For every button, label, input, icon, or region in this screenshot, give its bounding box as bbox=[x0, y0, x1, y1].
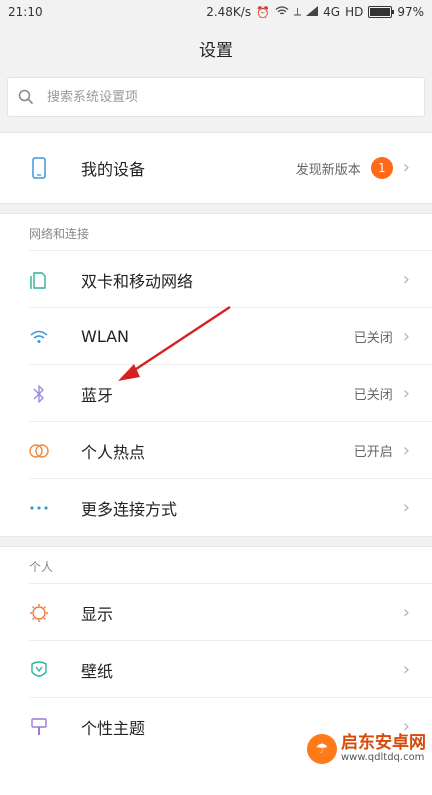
chevron-right-icon: › bbox=[402, 658, 410, 680]
settings-item-status: 已关闭 bbox=[353, 388, 393, 403]
brightness-icon bbox=[0, 584, 79, 641]
section-title-personal: 个人 bbox=[0, 547, 432, 583]
my-device-right: 发现新版本 1 › bbox=[296, 157, 410, 179]
settings-item-label: 蓝牙 bbox=[81, 385, 114, 405]
settings-item-right: › bbox=[393, 496, 410, 518]
settings-item-label: 双卡和移动网络 bbox=[81, 271, 194, 291]
alarm-icon: ⏰ bbox=[256, 5, 270, 19]
vibrate-icon: ⟂ bbox=[293, 5, 302, 18]
bluetooth-icon bbox=[0, 365, 79, 422]
spacer bbox=[0, 204, 432, 213]
settings-item-right: 已关闭 › bbox=[354, 384, 410, 403]
network-type: 4G bbox=[323, 5, 341, 19]
status-time: 21:10 bbox=[8, 5, 43, 19]
signal-icon bbox=[306, 5, 319, 19]
settings-item-wlan[interactable]: WLAN 已关闭 › bbox=[0, 308, 432, 365]
phone-icon bbox=[0, 133, 79, 203]
watermark-logo-icon: ☂ bbox=[307, 734, 337, 764]
settings-item-wallpaper[interactable]: 壁纸 › bbox=[0, 641, 432, 698]
device-card: 我的设备 发现新版本 1 › bbox=[0, 132, 432, 204]
settings-item-label: 显示 bbox=[81, 604, 114, 624]
wifi-status-icon bbox=[275, 5, 289, 19]
chevron-right-icon: › bbox=[402, 601, 410, 623]
theme-brush-icon bbox=[0, 698, 79, 755]
status-right: 2.48K/s ⏰ ⟂ 4G HD 97% bbox=[206, 5, 424, 19]
settings-item-right: › bbox=[402, 601, 410, 623]
settings-item-label: 更多连接方式 bbox=[81, 499, 178, 519]
battery-percent: 97% bbox=[397, 5, 424, 19]
search-bar[interactable] bbox=[7, 77, 425, 117]
settings-item-label: 壁纸 bbox=[81, 661, 114, 681]
chevron-right-icon: › bbox=[402, 268, 410, 290]
chevron-right-icon: › bbox=[402, 439, 410, 461]
wifi-icon bbox=[0, 308, 79, 365]
watermark-title: 启东安卓网 bbox=[341, 732, 426, 753]
hd-indicator: HD bbox=[345, 5, 364, 19]
settings-item-hotspot[interactable]: 个人热点 已开启 › bbox=[0, 422, 432, 479]
new-version-text: 发现新版本 bbox=[295, 162, 361, 178]
section-title-network: 网络和连接 bbox=[0, 214, 432, 250]
settings-item-label: WLAN bbox=[81, 327, 130, 346]
update-badge: 1 bbox=[370, 157, 393, 179]
battery-fill bbox=[370, 8, 390, 16]
my-device-row[interactable]: 我的设备 发现新版本 1 › bbox=[0, 133, 432, 203]
search-icon bbox=[18, 89, 38, 105]
settings-item-label: 个性主题 bbox=[81, 718, 146, 738]
network-speed: 2.48K/s bbox=[206, 5, 252, 19]
settings-item-label: 个人热点 bbox=[81, 442, 146, 462]
watermark-text: 启东安卓网 www.qdltdq.com bbox=[341, 732, 426, 763]
search-input[interactable] bbox=[45, 88, 424, 106]
page-title: 设置 bbox=[199, 40, 233, 61]
chevron-right-icon: › bbox=[402, 157, 410, 178]
battery-icon bbox=[368, 6, 395, 18]
my-device-label: 我的设备 bbox=[81, 160, 146, 179]
more-dots-icon bbox=[0, 479, 79, 536]
chevron-right-icon: › bbox=[402, 382, 410, 404]
hotspot-icon bbox=[0, 422, 79, 479]
settings-item-bluetooth[interactable]: 蓝牙 已关闭 › bbox=[0, 365, 432, 422]
watermark-url: www.qdltdq.com bbox=[341, 751, 425, 763]
chevron-right-icon: › bbox=[402, 325, 410, 347]
watermark: ☂ 启东安卓网 www.qdltdq.com bbox=[307, 734, 426, 764]
settings-item-right: 已关闭 › bbox=[354, 327, 410, 346]
wallpaper-icon bbox=[0, 641, 79, 698]
status-bar: 21:10 2.48K/s ⏰ ⟂ 4G HD 97% bbox=[0, 0, 432, 24]
settings-item-right: › bbox=[402, 658, 410, 680]
settings-item-dual-sim[interactable]: 双卡和移动网络 › bbox=[0, 251, 432, 308]
spacer bbox=[0, 537, 432, 546]
sim-card-icon bbox=[0, 251, 79, 308]
settings-item-right: 已开启 › bbox=[354, 441, 410, 460]
chevron-right-icon: › bbox=[402, 496, 410, 518]
settings-item-display[interactable]: 显示 › bbox=[0, 584, 432, 641]
settings-item-status: 已开启 bbox=[353, 445, 393, 460]
network-section: 网络和连接 双卡和移动网络 › WLAN 已关闭 › 蓝牙 已关闭 › 个人热点… bbox=[0, 213, 432, 537]
settings-item-more-connections[interactable]: 更多连接方式 › bbox=[0, 479, 432, 536]
settings-item-status: 已关闭 bbox=[353, 331, 393, 346]
settings-item-right: › bbox=[393, 268, 410, 290]
